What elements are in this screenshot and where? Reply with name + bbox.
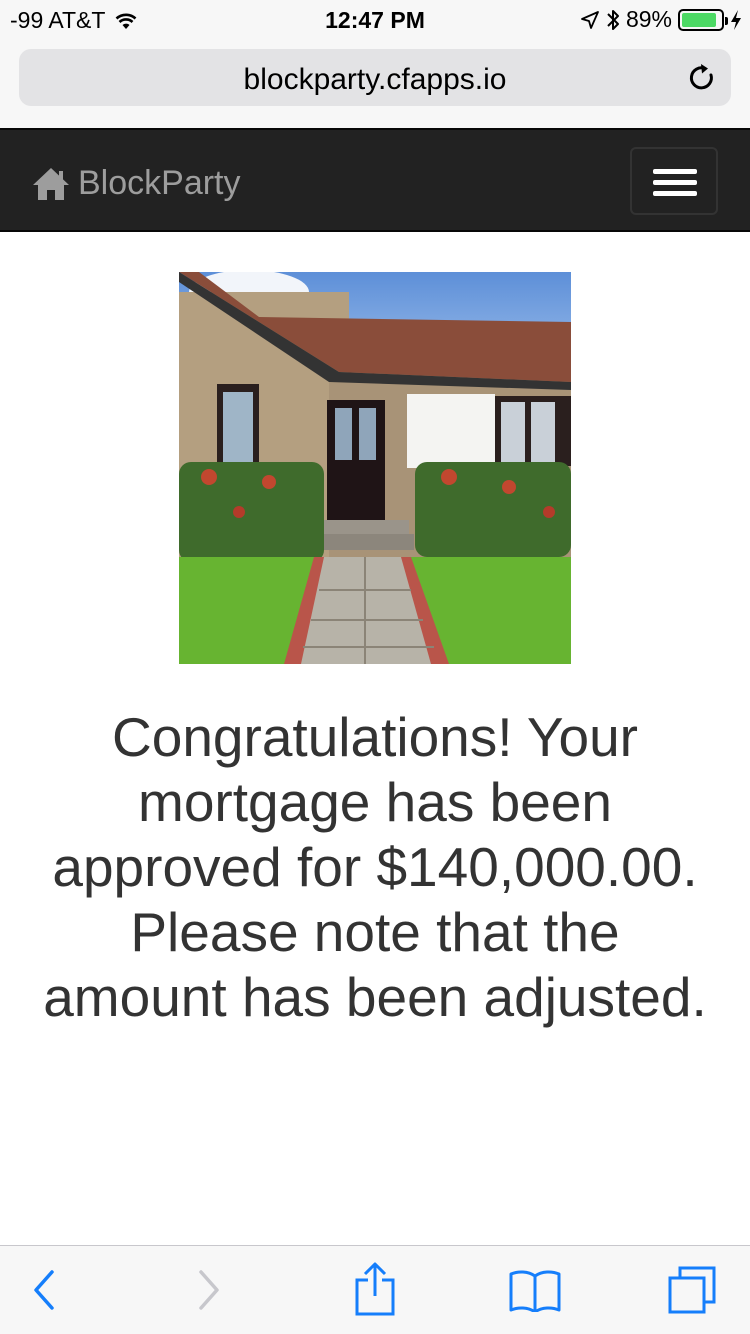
menu-bar-icon [653,191,697,196]
brand-label: BlockParty [78,164,241,202]
bookmarks-icon[interactable] [508,1268,562,1312]
bluetooth-icon [607,9,619,30]
battery-icon [678,8,728,31]
url-text[interactable]: blockparty.cfapps.io [19,63,731,97]
menu-bar-icon [653,180,697,185]
status-bar-right: 89% [580,6,742,33]
location-arrow-icon [581,10,599,29]
share-icon[interactable] [353,1262,397,1316]
battery-nub [725,16,728,25]
house-image [179,272,571,664]
approval-message: Congratulations! Your mortgage has been … [43,706,707,1028]
browser-toolbar [0,1245,750,1334]
battery-level [682,12,716,27]
battery-percent: 89% [625,6,672,32]
back-icon[interactable] [28,1266,58,1314]
url-bar[interactable]: blockparty.cfapps.io [19,49,731,106]
menu-toggle-button[interactable] [630,147,718,215]
menu-bar-icon [653,169,697,174]
navbar: BlockParty [0,128,750,232]
status-bar: -99 AT&T 12:47 PM 89% [0,0,750,40]
home-icon [33,167,69,200]
charging-bolt-icon [731,9,741,30]
browser-address-area: blockparty.cfapps.io [0,40,750,128]
forward-icon[interactable] [195,1266,225,1314]
reload-icon[interactable] [687,62,717,94]
brand-link[interactable]: BlockParty [32,164,241,203]
tabs-icon[interactable] [666,1264,718,1316]
